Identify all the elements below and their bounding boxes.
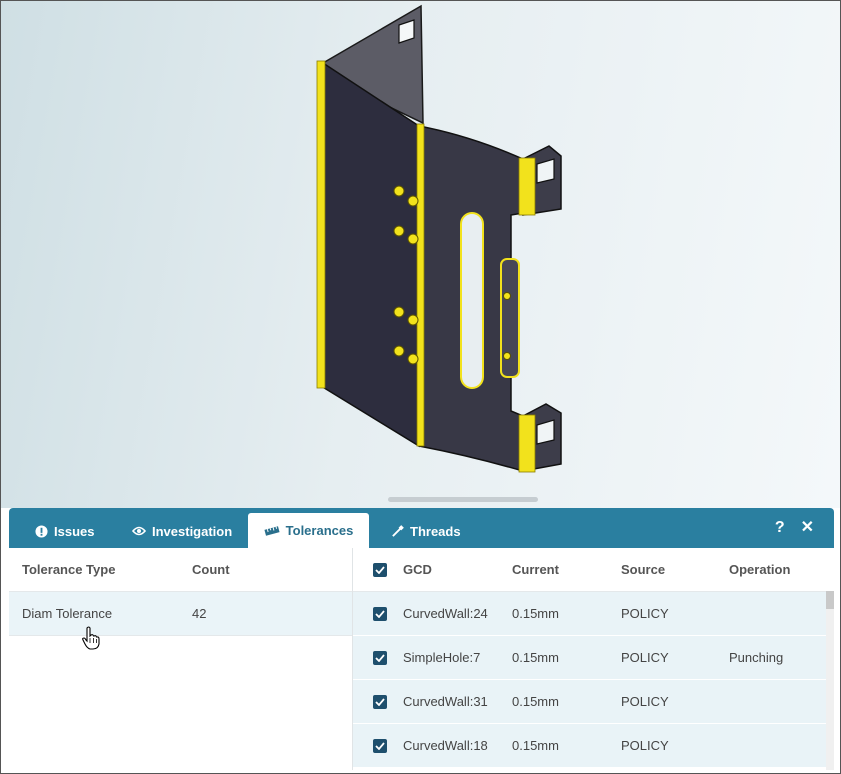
detail-header-row: GCD Current Source Operation [353,548,834,592]
3d-viewport[interactable] [1,1,840,508]
source-cell: POLICY [621,738,669,753]
row-checkbox-cell [353,738,403,753]
app-frame: Issues Investigation Tolerances Threads … [0,0,841,774]
results-panel: Issues Investigation Tolerances Threads … [9,508,834,770]
row-checkbox[interactable] [373,694,387,709]
summary-header-row: Tolerance Type Count [9,548,352,592]
current-cell: 0.15mm [512,650,559,665]
column-header-operation[interactable]: Operation [729,562,829,577]
tab-tolerances-label: Tolerances [285,523,354,538]
checkmark-icon [375,697,385,706]
panel-tools: ? ✕ [775,518,814,538]
table-row[interactable]: CurvedWall:24 0.15mm POLICY [353,592,834,636]
tab-tolerances[interactable]: Tolerances [248,513,369,548]
row-checkbox-cell [353,606,403,621]
row-checkbox[interactable] [373,650,387,665]
checkmark-icon [375,653,385,662]
gcd-cell: CurvedWall:18 [403,738,488,753]
gcd-cell: SimpleHole:7 [403,650,481,665]
panel-resize-handle[interactable] [388,497,538,502]
part-bend-highlight [316,60,326,389]
part-long-slot [460,212,484,389]
part-left-face [320,61,420,448]
part-bend-highlight [518,157,536,216]
part-bend-highlight [416,123,425,447]
row-checkbox-cell [353,694,403,709]
table-row[interactable]: Diam Tolerance 42 [9,592,352,636]
scrollbar-thumb[interactable] [826,591,834,609]
table-row[interactable]: CurvedWall:18 0.15mm POLICY [353,724,834,768]
current-cell: 0.15mm [512,694,559,709]
select-all-checkbox[interactable] [373,562,387,577]
column-header-gcd[interactable]: GCD [403,562,512,577]
source-cell: POLICY [621,606,669,621]
row-checkbox[interactable] [373,606,387,621]
vertical-scrollbar[interactable] [826,591,834,770]
tab-issues-label: Issues [54,523,95,539]
sheet-metal-part-model[interactable] [1,1,840,508]
table-row[interactable]: SimpleHole:7 0.15mm POLICY Punching [353,636,834,680]
tolerance-detail-table: GCD Current Source Operation CurvedWall:… [353,548,834,770]
tolerance-summary-table: Tolerance Type Count Diam Tolerance 42 [9,548,353,770]
checkmark-icon [375,741,385,750]
help-button[interactable]: ? [775,518,785,538]
tab-investigation-label: Investigation [152,523,233,539]
column-header-tolerance-type[interactable]: Tolerance Type [9,562,192,577]
exclamation-circle-icon [35,524,48,538]
operation-cell: Punching [729,650,784,665]
close-button[interactable]: ✕ [801,518,814,538]
column-header-current[interactable]: Current [512,562,621,577]
current-cell: 0.15mm [512,606,559,621]
current-cell: 0.15mm [512,738,559,753]
source-cell: POLICY [621,694,669,709]
checkmark-icon [375,609,385,618]
row-checkbox-cell [353,650,403,665]
checkmark-icon [375,565,385,574]
row-checkbox[interactable] [373,738,387,753]
eye-icon [132,526,146,536]
tab-issues[interactable]: Issues [35,514,94,548]
tab-investigation[interactable]: Investigation [132,514,232,548]
table-row[interactable]: CurvedWall:31 0.15mm POLICY [353,680,834,724]
tab-threads-label: Threads [410,523,461,539]
count-cell: 42 [192,606,207,621]
tab-bar: Issues Investigation Tolerances Threads … [9,508,834,548]
source-cell: POLICY [621,650,669,665]
column-header-count[interactable]: Count [192,562,312,577]
tab-threads[interactable]: Threads [391,514,461,548]
gcd-cell: CurvedWall:24 [403,606,488,621]
screw-icon [392,524,404,537]
hand-pointer-icon [82,626,100,650]
part-bend-highlight [518,414,536,473]
part-tab [500,258,520,378]
select-all-cell [353,562,403,577]
column-header-source[interactable]: Source [621,562,729,577]
gcd-cell: CurvedWall:31 [403,694,488,709]
ruler-icon [264,525,280,536]
tolerance-type-cell: Diam Tolerance [22,606,113,621]
